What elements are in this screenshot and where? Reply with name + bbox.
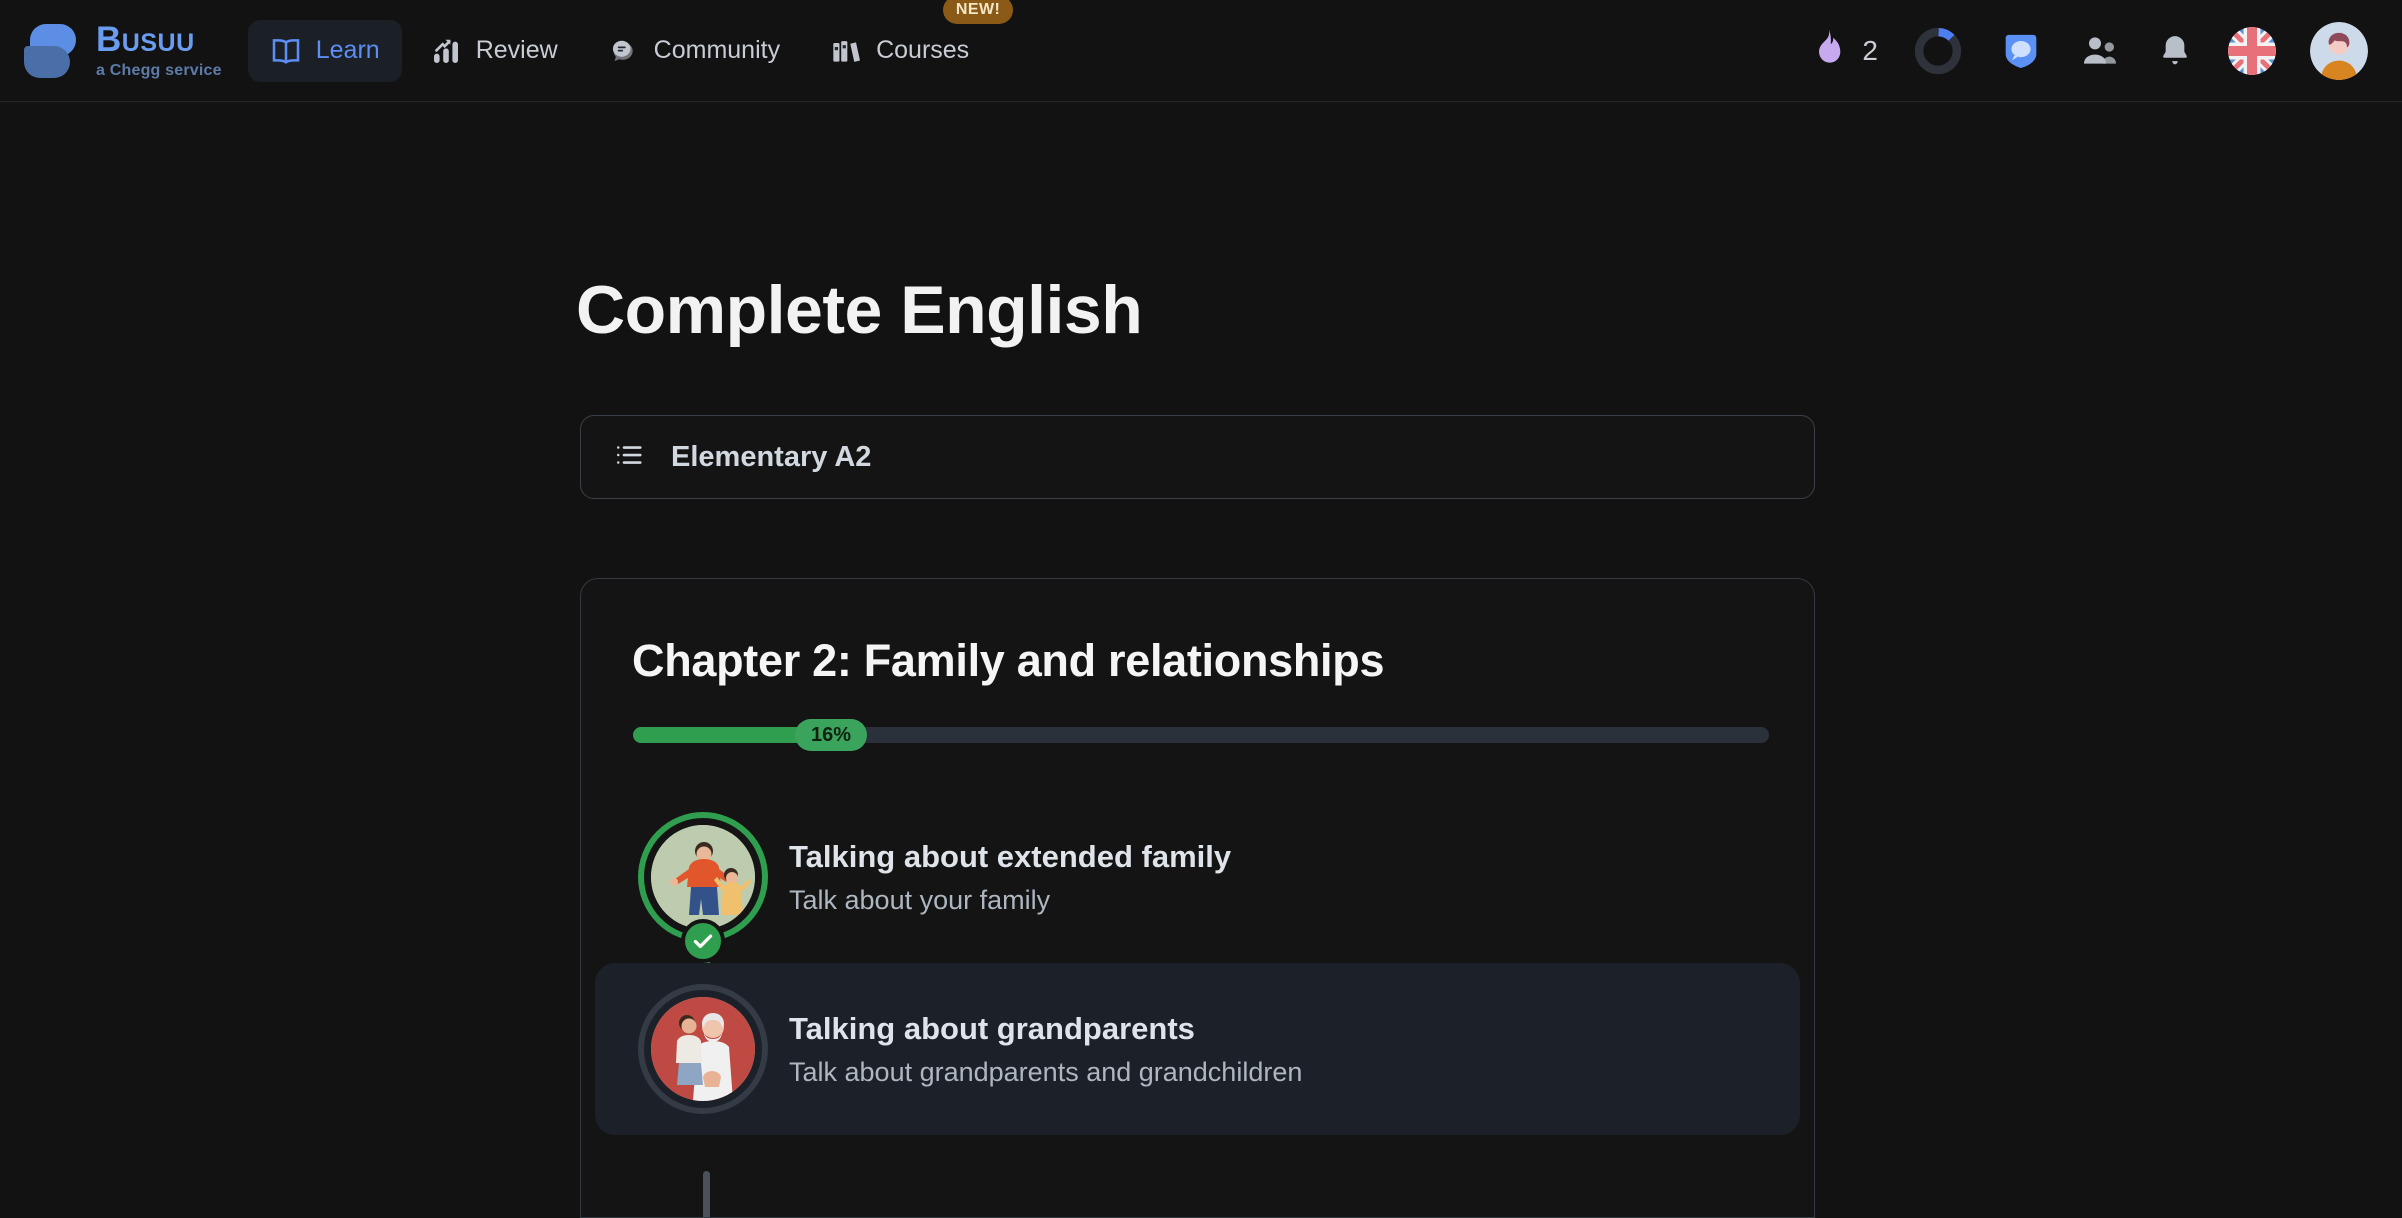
lesson-thumbnail-wrap [638,984,768,1114]
brand-logo[interactable]: Busuu a Chegg service [22,22,222,80]
main-nav: Learn Review Community Courses NEW! [247,0,1014,82]
lesson-thumbnail-wrap [638,812,768,963]
nav-item-community[interactable]: Community [586,20,802,82]
flame-icon [1804,26,1848,75]
lesson-item-2[interactable]: Talking about grandparents Talk about gr… [595,963,1800,1135]
lesson-subtitle: Talk about grandparents and grandchildre… [789,1056,1303,1087]
nav-item-label: Learn [315,36,380,64]
lesson-status-ring [638,984,768,1114]
lesson-item-1[interactable]: Talking about extended family Talk about… [631,791,1764,963]
level-selector[interactable]: Elementary A2 [580,415,1815,499]
lesson-text: Talking about extended family Talk about… [789,839,1231,916]
nav-item-learn[interactable]: Learn [247,19,402,82]
streak-count: 2 [1862,34,1878,66]
bar-chart-icon [430,35,462,67]
brand-tagline: a Chegg service [96,62,222,79]
chapter-card: Chapter 2: Family and relationships 16% [580,578,1815,1218]
lesson-text: Talking about grandparents Talk about gr… [789,1011,1302,1088]
top-navbar: Busuu a Chegg service Learn Review Commu… [0,0,2402,102]
lesson-list: Talking about extended family Talk about… [595,791,1800,1217]
nav-item-label: Review [475,36,558,64]
user-avatar[interactable] [2310,21,2368,80]
nav-item-review[interactable]: Review [408,20,580,82]
chat-bubble-icon [608,35,640,67]
chapter-progress: 16% [633,719,1769,751]
lesson-connector-next [703,1171,710,1217]
busuu-logo-icon [22,22,80,80]
lesson-subtitle: Talk about your family [789,884,1051,915]
list-icon [613,440,645,475]
lesson-title: Talking about grandparents [789,1010,1195,1046]
message-shield-icon[interactable] [1998,28,2044,74]
nav-item-label: Courses [876,36,970,64]
check-icon [681,919,725,963]
uk-flag-icon[interactable] [2228,26,2276,75]
progress-percent-badge: 16% [795,719,867,751]
page-title: Complete English [576,272,1143,348]
bell-icon[interactable] [2156,30,2194,72]
brand-name: Busuu [96,20,195,59]
books-icon [830,35,862,67]
nav-item-courses[interactable]: Courses NEW! [808,0,1014,82]
chapter-title: Chapter 2: Family and relationships [632,635,1385,686]
level-label: Elementary A2 [671,440,872,473]
new-badge: NEW! [942,0,1014,24]
book-open-icon [270,35,302,67]
nav-item-label: Community [653,36,781,64]
friends-icon[interactable] [2078,31,2122,71]
main-content: Complete English Elementary A2 Chapter 2… [0,102,2402,1218]
lesson-title: Talking about extended family [789,838,1232,874]
progress-ring-icon[interactable] [1912,25,1964,77]
streak-indicator[interactable]: 2 [1804,26,1878,75]
nav-right-actions: 2 [1804,21,2374,80]
